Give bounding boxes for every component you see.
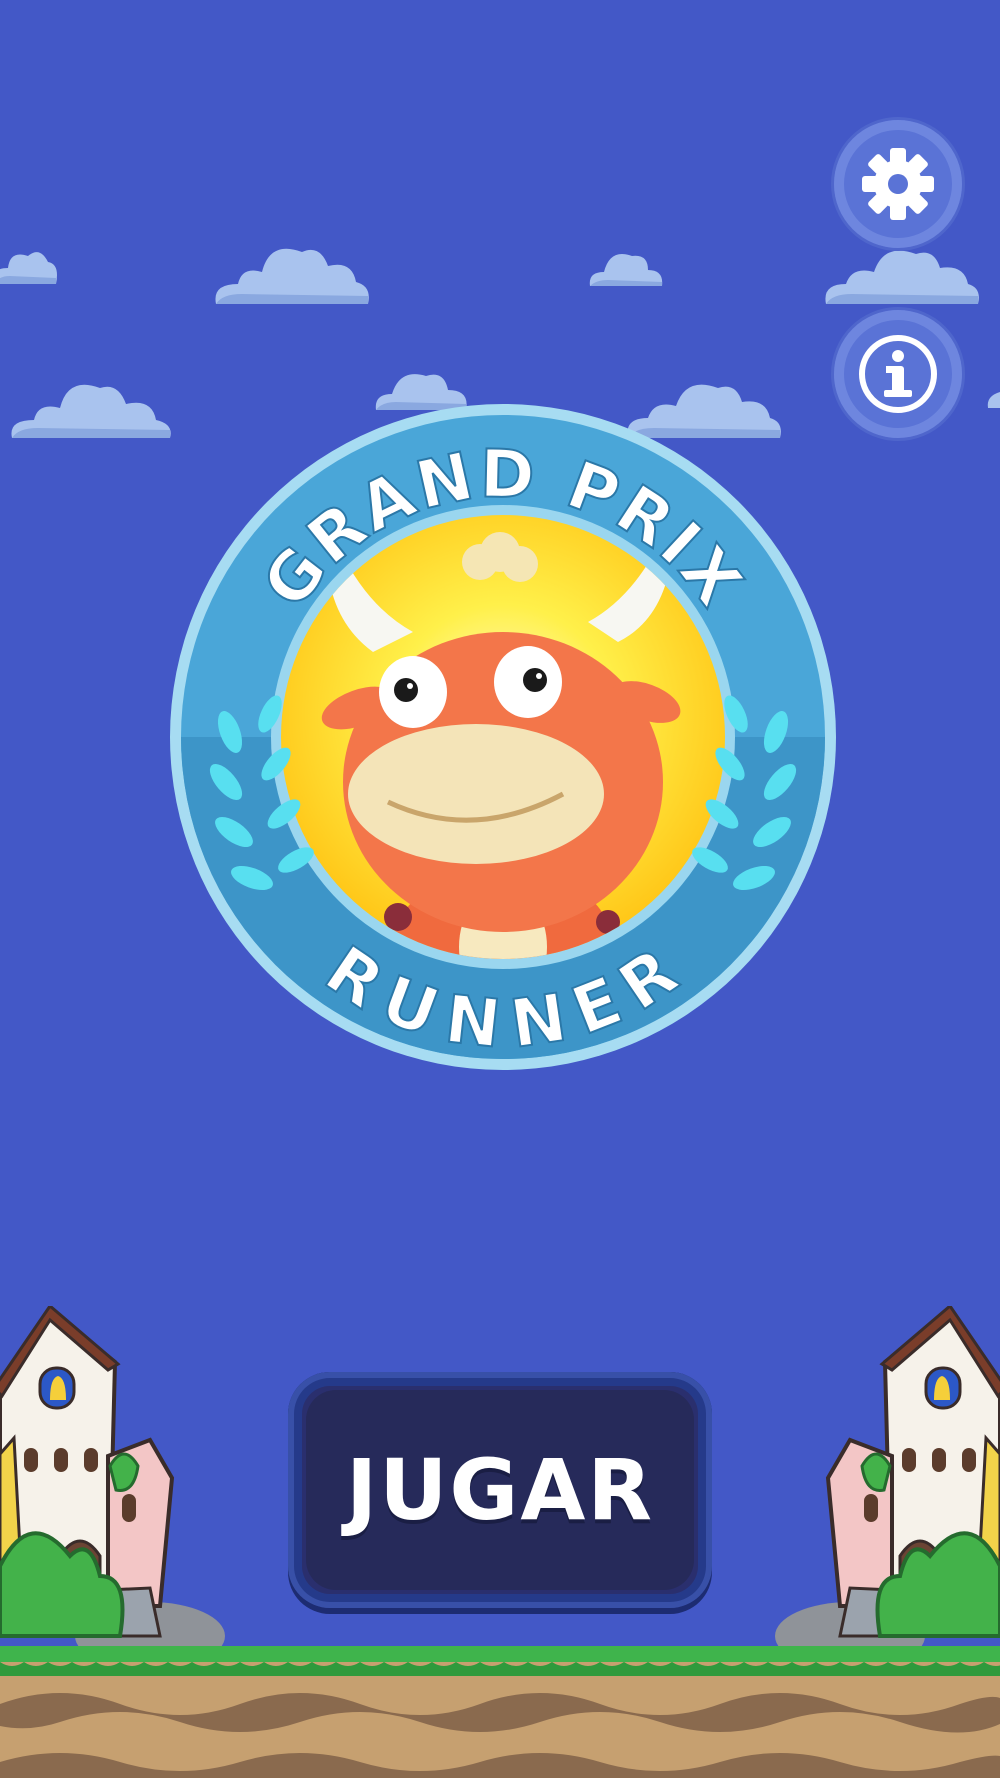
play-button[interactable]: JUGAR [288,1372,712,1608]
gear-icon [862,148,934,220]
cloud-icon [987,392,1000,408]
settings-button[interactable] [834,120,962,248]
cloud-icon [825,250,979,304]
info-button[interactable] [834,310,962,438]
cloud-icon [0,252,57,284]
game-logo: GRAND PRIX RUNNER [170,404,836,1070]
info-icon [859,335,937,413]
cloud-icon [589,254,663,286]
town-left-illustration [0,1306,225,1652]
cloud-icon [215,248,369,304]
ground-strip [0,1646,1000,1778]
town-right-illustration [775,1306,1000,1652]
play-button-label: JUGAR [345,1441,655,1539]
cloud-icon [11,384,171,438]
